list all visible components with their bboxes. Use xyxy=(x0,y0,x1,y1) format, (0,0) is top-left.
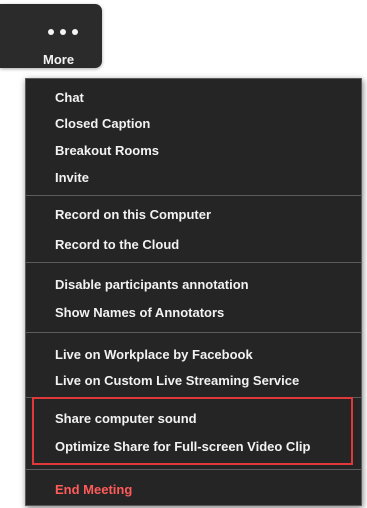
menu-item-breakout-rooms[interactable]: Breakout Rooms xyxy=(55,139,159,163)
menu-item-chat[interactable]: Chat xyxy=(55,86,84,110)
menu-divider xyxy=(26,332,361,333)
menu-item-share-computer-sound[interactable]: Share computer sound xyxy=(55,407,197,431)
menu-item-live-on-custom-streaming[interactable]: Live on Custom Live Streaming Service xyxy=(55,369,299,393)
more-button-label: More xyxy=(43,52,75,67)
menu-item-invite[interactable]: Invite xyxy=(55,166,89,190)
menu-item-live-on-workplace[interactable]: Live on Workplace by Facebook xyxy=(55,343,253,367)
menu-divider xyxy=(26,469,361,470)
menu-item-record-on-computer[interactable]: Record on this Computer xyxy=(55,203,211,227)
menu-item-show-names-of-annotators[interactable]: Show Names of Annotators xyxy=(55,301,224,325)
menu-item-closed-caption[interactable]: Closed Caption xyxy=(55,112,150,136)
menu-divider xyxy=(26,195,361,196)
menu-item-disable-participants-annotation[interactable]: Disable participants annotation xyxy=(55,273,249,297)
more-options-menu: Chat Closed Caption Breakout Rooms Invit… xyxy=(25,78,362,506)
more-button[interactable]: More xyxy=(0,4,102,68)
menu-divider xyxy=(26,262,361,263)
ellipsis-horizontal-icon xyxy=(48,28,78,36)
menu-item-record-to-cloud[interactable]: Record to the Cloud xyxy=(55,233,179,257)
menu-item-optimize-share-video-clip[interactable]: Optimize Share for Full-screen Video Cli… xyxy=(55,435,310,459)
menu-divider xyxy=(26,397,361,398)
menu-item-end-meeting[interactable]: End Meeting xyxy=(55,478,132,502)
